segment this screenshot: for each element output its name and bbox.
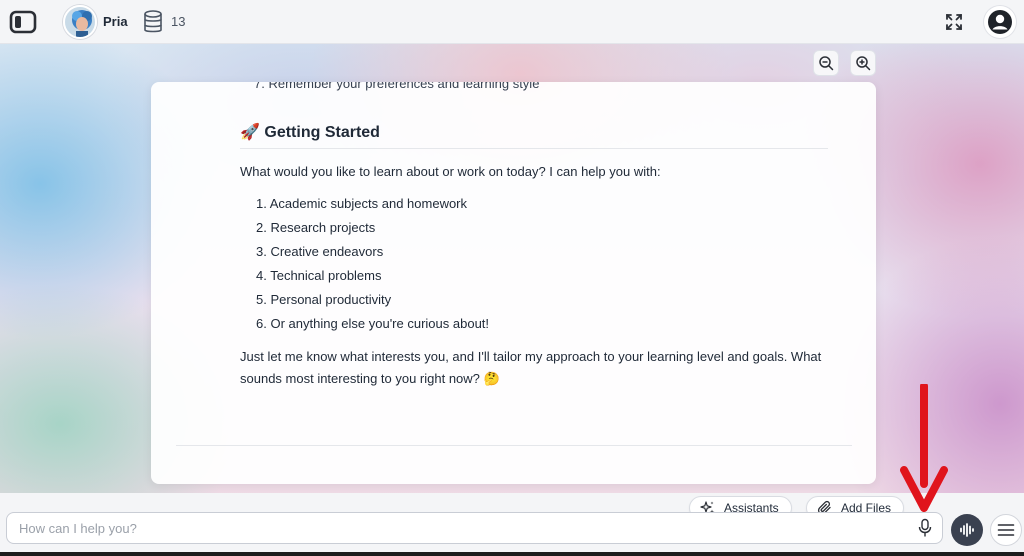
database-icon[interactable] [143,10,163,34]
card-footer-divider [176,445,852,446]
microphone-icon[interactable] [916,518,934,538]
zoom-out-button[interactable] [813,50,839,76]
section-heading-text: Getting Started [264,124,380,141]
intro-text: What would you like to learn about or wo… [240,164,661,179]
zoom-in-icon [856,56,871,71]
list-item: 3. Creative endeavors [256,244,384,259]
prompt-field[interactable] [6,512,943,544]
assistant-message-card: 7. Remember your preferences and learnin… [151,82,876,484]
voice-mode-button[interactable] [951,514,983,546]
sidebar-toggle-button[interactable] [8,8,38,36]
menu-icon [997,524,1015,536]
outro-text: Just let me know what interests you, and… [240,349,822,386]
expand-icon[interactable] [945,13,963,31]
zoom-out-icon [819,56,834,71]
account-icon [988,10,1012,34]
list-item: 6. Or anything else you're curious about… [256,316,490,331]
menu-button[interactable] [990,514,1022,546]
sidebar-toggle-icon [9,10,37,34]
list-item: 5. Personal productivity [256,292,392,307]
data-count: 13 [171,14,186,29]
voice-wave-icon [960,523,974,537]
list-item: 2. Research projects [256,220,376,235]
prompt-input[interactable] [19,513,899,543]
assistant-name: Pria [103,14,128,29]
section-heading: 🚀 Getting Started [240,122,380,142]
annotation-arrow [900,384,948,512]
zoom-in-button[interactable] [850,50,876,76]
list-item: 1. Academic subjects and homework [256,196,468,211]
top-bar: Pria 13 [0,0,1024,44]
list-item: 4. Technical problems [256,268,382,283]
list-item-partial: 7. Remember your preferences and learnin… [254,82,540,91]
bottom-strip [0,552,1024,556]
assistant-avatar[interactable] [63,5,97,39]
rocket-emoji: 🚀 [240,124,260,141]
account-button[interactable] [984,6,1016,38]
divider [240,148,828,149]
